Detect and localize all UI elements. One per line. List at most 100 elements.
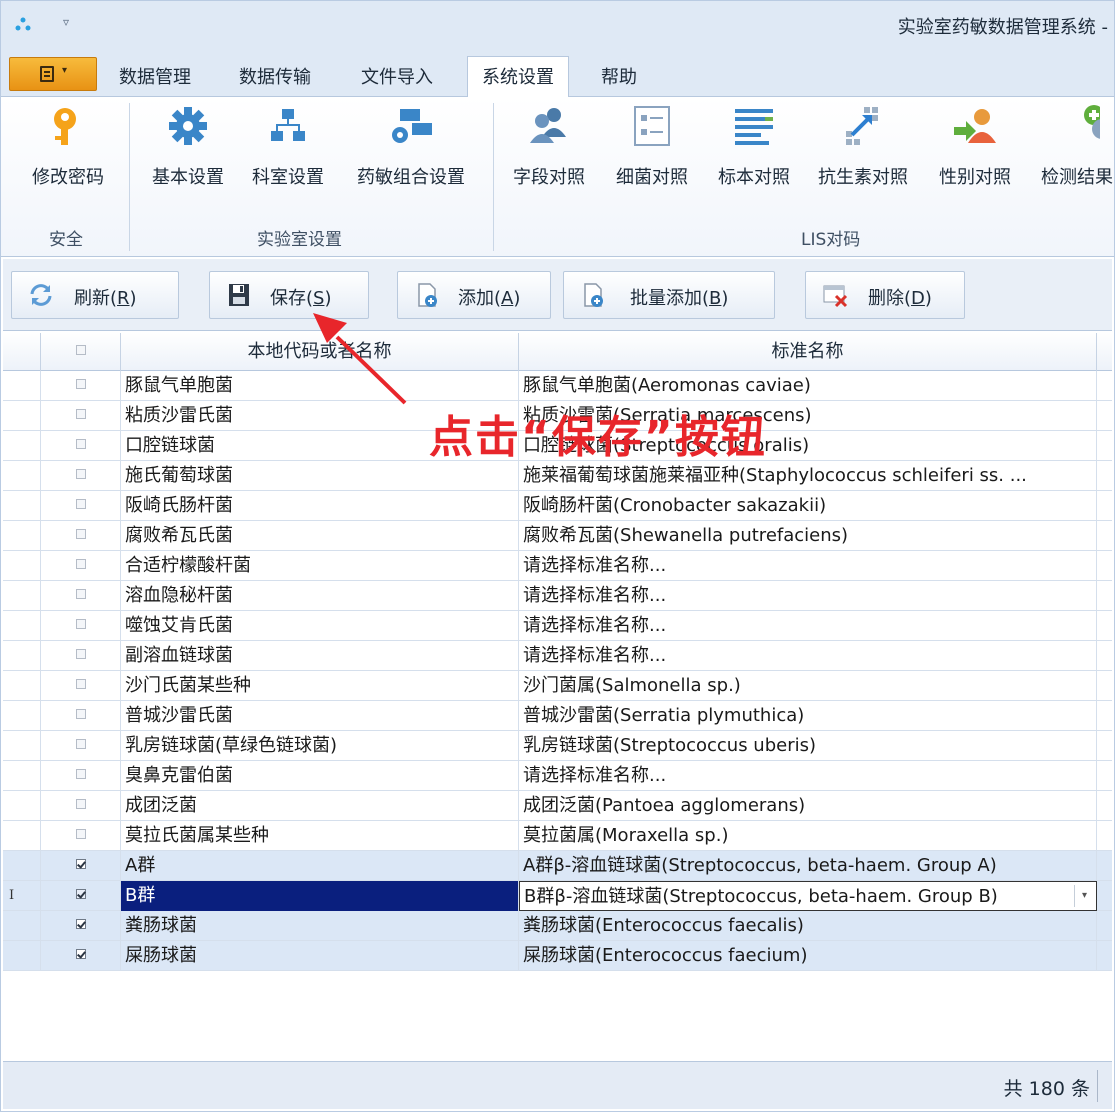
batch-add-button[interactable]: 批量添加(B)	[563, 271, 775, 319]
change-password-button[interactable]: 修改密码	[23, 103, 113, 189]
row-checkbox[interactable]	[75, 499, 86, 509]
antibiotic-mapping-button[interactable]: 抗生素对照	[807, 103, 919, 189]
row-checkbox[interactable]	[75, 709, 86, 719]
local-name-cell[interactable]: 合适柠檬酸杆菌	[121, 551, 519, 581]
tab-help[interactable]: 帮助	[601, 63, 637, 89]
standard-name-dropdown[interactable]: B群β-溶血链球菌(Streptococcus, beta-haem. Grou…	[519, 881, 1097, 911]
row-checkbox[interactable]	[75, 559, 86, 569]
select-all-checkbox-header[interactable]	[41, 333, 121, 371]
tab-data-management[interactable]: 数据管理	[119, 63, 191, 89]
app-icon[interactable]	[15, 17, 31, 33]
row-indicator[interactable]	[3, 761, 41, 791]
local-name-cell[interactable]: 莫拉氏菌属某些种	[121, 821, 519, 851]
standard-name-cell[interactable]: 请选择标准名称...	[519, 551, 1097, 581]
standard-name-cell[interactable]: 豚鼠气单胞菌(Aeromonas caviae)	[519, 371, 1097, 401]
select-all-checkbox[interactable]	[75, 345, 86, 355]
table-row[interactable]: 成团泛菌 成团泛菌(Pantoea agglomerans)	[3, 791, 1112, 821]
bacteria-mapping-button[interactable]: 细菌对照	[605, 103, 699, 189]
standard-name-cell[interactable]: A群β-溶血链球菌(Streptococcus, beta-haem. Grou…	[519, 851, 1097, 881]
quick-access-dropdown-icon[interactable]: ▿	[63, 15, 69, 29]
standard-name-cell[interactable]: 普城沙雷菌(Serratia plymuthica)	[519, 701, 1097, 731]
test-result-mapping-button[interactable]: 检测结果	[1031, 103, 1115, 189]
table-row[interactable]: 莫拉氏菌属某些种 莫拉菌属(Moraxella sp.)	[3, 821, 1112, 851]
row-checkbox-cell[interactable]	[41, 431, 121, 461]
row-checkbox[interactable]	[75, 619, 86, 629]
table-row[interactable]: 粪肠球菌 粪肠球菌(Enterococcus faecalis)	[3, 911, 1112, 941]
local-name-cell[interactable]: 成团泛菌	[121, 791, 519, 821]
row-checkbox-cell[interactable]	[41, 581, 121, 611]
local-name-cell[interactable]: 粪肠球菌	[121, 911, 519, 941]
row-indicator[interactable]	[3, 821, 41, 851]
tab-file-import[interactable]: 文件导入	[361, 63, 433, 89]
standard-name-cell[interactable]: 乳房链球菌(Streptococcus uberis)	[519, 731, 1097, 761]
table-row[interactable]: 乳房链球菌(草绿色链球菌) 乳房链球菌(Streptococcus uberis)	[3, 731, 1112, 761]
local-name-cell[interactable]: 沙门氏菌某些种	[121, 671, 519, 701]
refresh-button[interactable]: 刷新(R)	[11, 271, 179, 319]
table-row[interactable]: 沙门氏菌某些种 沙门菌属(Salmonella sp.)	[3, 671, 1112, 701]
row-indicator[interactable]	[3, 401, 41, 431]
row-checkbox[interactable]	[75, 469, 86, 479]
table-row[interactable]: A群 A群β-溶血链球菌(Streptococcus, beta-haem. Gr…	[3, 851, 1112, 881]
row-checkbox-cell[interactable]	[41, 761, 121, 791]
local-name-cell[interactable]: 副溶血链球菌	[121, 641, 519, 671]
row-checkbox[interactable]	[75, 439, 86, 449]
row-checkbox[interactable]	[75, 679, 86, 689]
row-checkbox-cell[interactable]	[41, 881, 121, 911]
table-row[interactable]: 阪崎氏肠杆菌 阪崎肠杆菌(Cronobacter sakazakii)	[3, 491, 1112, 521]
row-checkbox[interactable]	[75, 799, 86, 809]
row-checkbox-cell[interactable]	[41, 851, 121, 881]
local-name-cell[interactable]: 臭鼻克雷伯菌	[121, 761, 519, 791]
row-checkbox[interactable]	[75, 859, 86, 869]
row-checkbox[interactable]	[75, 889, 86, 899]
standard-name-cell[interactable]: 请选择标准名称...	[519, 581, 1097, 611]
row-checkbox[interactable]	[75, 589, 86, 599]
application-menu-button[interactable]: ▾	[9, 57, 97, 91]
row-indicator[interactable]	[3, 851, 41, 881]
row-checkbox[interactable]	[75, 649, 86, 659]
tab-system-settings[interactable]: 系统设置	[467, 56, 569, 98]
local-name-cell[interactable]: A群	[121, 851, 519, 881]
add-button[interactable]: 添加(A)	[397, 271, 551, 319]
standard-name-cell[interactable]: 成团泛菌(Pantoea agglomerans)	[519, 791, 1097, 821]
row-checkbox[interactable]	[75, 529, 86, 539]
local-name-cell[interactable]: 噬蚀艾肯氏菌	[121, 611, 519, 641]
row-checkbox[interactable]	[75, 949, 86, 959]
delete-button[interactable]: 删除(D)	[805, 271, 965, 319]
row-indicator[interactable]	[3, 491, 41, 521]
table-row[interactable]: 施氏葡萄球菌 施莱福葡萄球菌施莱福亚种(Staphylococcus schlei…	[3, 461, 1112, 491]
gender-mapping-button[interactable]: 性别对照	[929, 103, 1021, 189]
row-indicator[interactable]	[3, 641, 41, 671]
row-checkbox-cell[interactable]	[41, 701, 121, 731]
row-indicator[interactable]	[3, 611, 41, 641]
table-row[interactable]: 豚鼠气单胞菌 豚鼠气单胞菌(Aeromonas caviae)	[3, 371, 1112, 401]
row-indicator[interactable]	[3, 701, 41, 731]
table-row[interactable]: 腐败希瓦氏菌 腐败希瓦菌(Shewanella putrefaciens)	[3, 521, 1112, 551]
row-checkbox-cell[interactable]	[41, 401, 121, 431]
standard-name-cell[interactable]: 请选择标准名称...	[519, 761, 1097, 791]
row-indicator[interactable]	[3, 371, 41, 401]
local-name-cell[interactable]: 普城沙雷氏菌	[121, 701, 519, 731]
row-indicator[interactable]: I	[3, 881, 41, 911]
row-indicator[interactable]	[3, 521, 41, 551]
standard-name-cell[interactable]: 请选择标准名称...	[519, 641, 1097, 671]
table-row[interactable]: 噬蚀艾肯氏菌 请选择标准名称...	[3, 611, 1112, 641]
row-checkbox[interactable]	[75, 829, 86, 839]
row-checkbox[interactable]	[75, 919, 86, 929]
row-indicator[interactable]	[3, 791, 41, 821]
local-name-cell[interactable]: 阪崎氏肠杆菌	[121, 491, 519, 521]
table-row[interactable]: 普城沙雷氏菌 普城沙雷菌(Serratia plymuthica)	[3, 701, 1112, 731]
standard-name-cell[interactable]: 施莱福葡萄球菌施莱福亚种(Staphylococcus schleiferi s…	[519, 461, 1097, 491]
department-settings-button[interactable]: 科室设置	[243, 103, 333, 189]
standard-name-cell[interactable]: 屎肠球菌(Enterococcus faecium)	[519, 941, 1097, 971]
table-row[interactable]: 合适柠檬酸杆菌 请选择标准名称...	[3, 551, 1112, 581]
standard-name-cell[interactable]: 粪肠球菌(Enterococcus faecalis)	[519, 911, 1097, 941]
local-name-cell[interactable]: 腐败希瓦氏菌	[121, 521, 519, 551]
row-checkbox-cell[interactable]	[41, 911, 121, 941]
table-row[interactable]: 屎肠球菌 屎肠球菌(Enterococcus faecium)	[3, 941, 1112, 971]
row-indicator[interactable]	[3, 581, 41, 611]
basic-settings-button[interactable]: 基本设置	[141, 103, 235, 189]
row-checkbox-cell[interactable]	[41, 521, 121, 551]
row-checkbox-cell[interactable]	[41, 821, 121, 851]
column-header-standard[interactable]: 标准名称	[519, 333, 1097, 371]
column-header-local[interactable]: 本地代码或者名称	[121, 333, 519, 371]
